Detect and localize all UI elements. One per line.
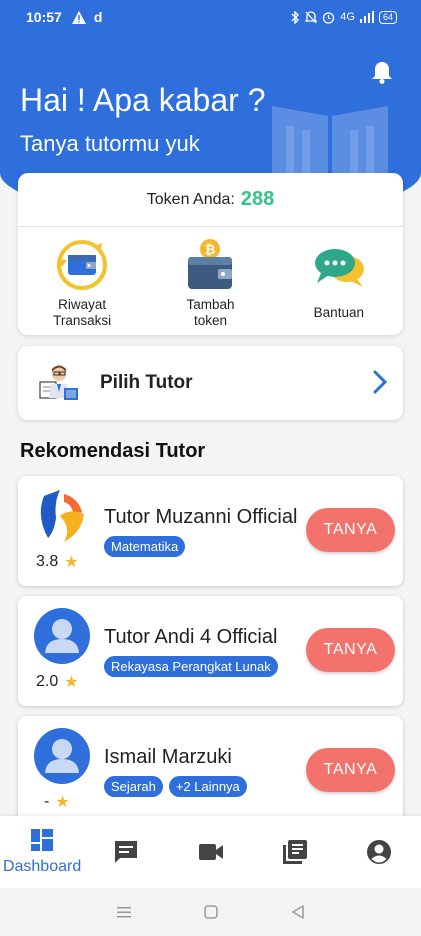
greeting-subtitle: Tanya tutormu yuk — [20, 131, 200, 156]
star-icon: ★ — [64, 674, 79, 691]
nav-dashboard[interactable]: Dashboard — [0, 816, 84, 888]
d-icon: d — [93, 9, 103, 25]
tutor-name: Tutor Muzanni Official — [104, 506, 298, 528]
signal-icon — [359, 11, 374, 23]
token-card: Token Anda: 288 Riwayat Transaksi ₿ Tamb… — [18, 173, 403, 335]
back-icon[interactable] — [290, 904, 306, 920]
video-icon — [198, 844, 223, 860]
riwayat-transaksi-label: Riwayat Transaksi — [53, 297, 112, 328]
tanya-button[interactable]: TANYA — [306, 628, 395, 672]
tanya-button[interactable]: TANYA — [306, 748, 395, 792]
pilih-tutor-label: Pilih Tutor — [100, 372, 193, 393]
tutor-name: Ismail Marzuki — [104, 746, 232, 768]
chevron-right-icon — [373, 370, 387, 394]
star-icon: ★ — [55, 794, 70, 811]
network-label: 4G — [340, 11, 355, 23]
bantuan-label: Bantuan — [313, 305, 364, 320]
nav-chat[interactable] — [84, 816, 168, 888]
svg-text:₿: ₿ — [205, 243, 216, 258]
system-navigation-bar — [0, 888, 421, 936]
tutor-rating: - ★ — [44, 792, 70, 812]
tutor-teacher-icon — [39, 365, 78, 400]
subject-tag: Sejarah — [104, 776, 163, 797]
warning-icon — [71, 10, 86, 24]
tutor-rating-value: 2.0 — [36, 673, 59, 690]
wallet-coin-icon: ₿ — [188, 239, 233, 289]
token-value: 288 — [240, 188, 275, 210]
tambah-token-button[interactable]: ₿ Tambah token — [146, 227, 274, 335]
notification-bell-icon[interactable] — [371, 60, 393, 84]
star-icon: ★ — [64, 554, 79, 571]
token-label: Token Anda: — [146, 190, 235, 208]
nav-account[interactable] — [337, 816, 421, 888]
tambah-token-label: Tambah token — [186, 297, 235, 328]
home-icon[interactable] — [203, 904, 219, 920]
tutor-card[interactable]: 2.0 ★ Tutor Andi 4 Official Rekayasa Per… — [18, 596, 403, 706]
bluetooth-icon — [291, 10, 300, 24]
battery-indicator: 64 — [378, 10, 397, 24]
chat-bubbles-icon — [314, 249, 364, 287]
library-icon — [282, 840, 307, 864]
riwayat-transaksi-button[interactable]: Riwayat Transaksi — [18, 227, 146, 335]
pilih-tutor-card[interactable]: Pilih Tutor — [18, 346, 403, 420]
subject-tag: Rekayasa Perangkat Lunak — [104, 656, 278, 677]
greeting-title: Hai ! Apa kabar ? — [20, 82, 266, 118]
more-subjects-tag: +2 Lainnya — [168, 776, 247, 797]
status-bar: 10:57 d 4G 64 — [0, 0, 421, 34]
tutor-rating: 2.0 ★ — [36, 672, 79, 692]
recommendation-title: Rekomendasi Tutor — [20, 440, 206, 462]
tanya-button[interactable]: TANYA — [306, 508, 395, 552]
tutor-card[interactable]: - ★ Ismail Marzuki Sejarah +2 Lainnya TA… — [18, 716, 403, 826]
account-icon — [366, 840, 391, 864]
tutor-rating: 3.8 ★ — [36, 552, 79, 572]
tutor-card[interactable]: 3.8 ★ Tutor Muzanni Official Matematika … — [18, 476, 403, 586]
user-avatar-icon — [34, 608, 90, 664]
nav-library[interactable] — [253, 816, 337, 888]
mute-icon — [305, 10, 318, 23]
alarm-icon — [323, 11, 335, 24]
dashboard-icon — [31, 829, 54, 851]
bottom-navigation: Dashboard — [0, 816, 421, 888]
tutor-rating-value: - — [44, 793, 50, 810]
subject-tag: Matematika — [104, 536, 186, 557]
tutor-name: Tutor Andi 4 Official — [104, 626, 278, 648]
tutor-rating-value: 3.8 — [36, 553, 59, 570]
status-time: 10:57 — [26, 9, 62, 25]
tutor-logo-avatar — [40, 490, 84, 542]
user-avatar-icon — [34, 728, 90, 784]
nav-dashboard-label: Dashboard — [2, 858, 82, 875]
nav-video[interactable] — [168, 816, 252, 888]
history-wallet-icon — [57, 240, 108, 290]
token-row: Token Anda: 288 — [18, 173, 403, 227]
chat-icon — [115, 841, 138, 863]
menu-icon[interactable] — [115, 905, 133, 919]
bantuan-button[interactable]: Bantuan — [275, 227, 403, 335]
